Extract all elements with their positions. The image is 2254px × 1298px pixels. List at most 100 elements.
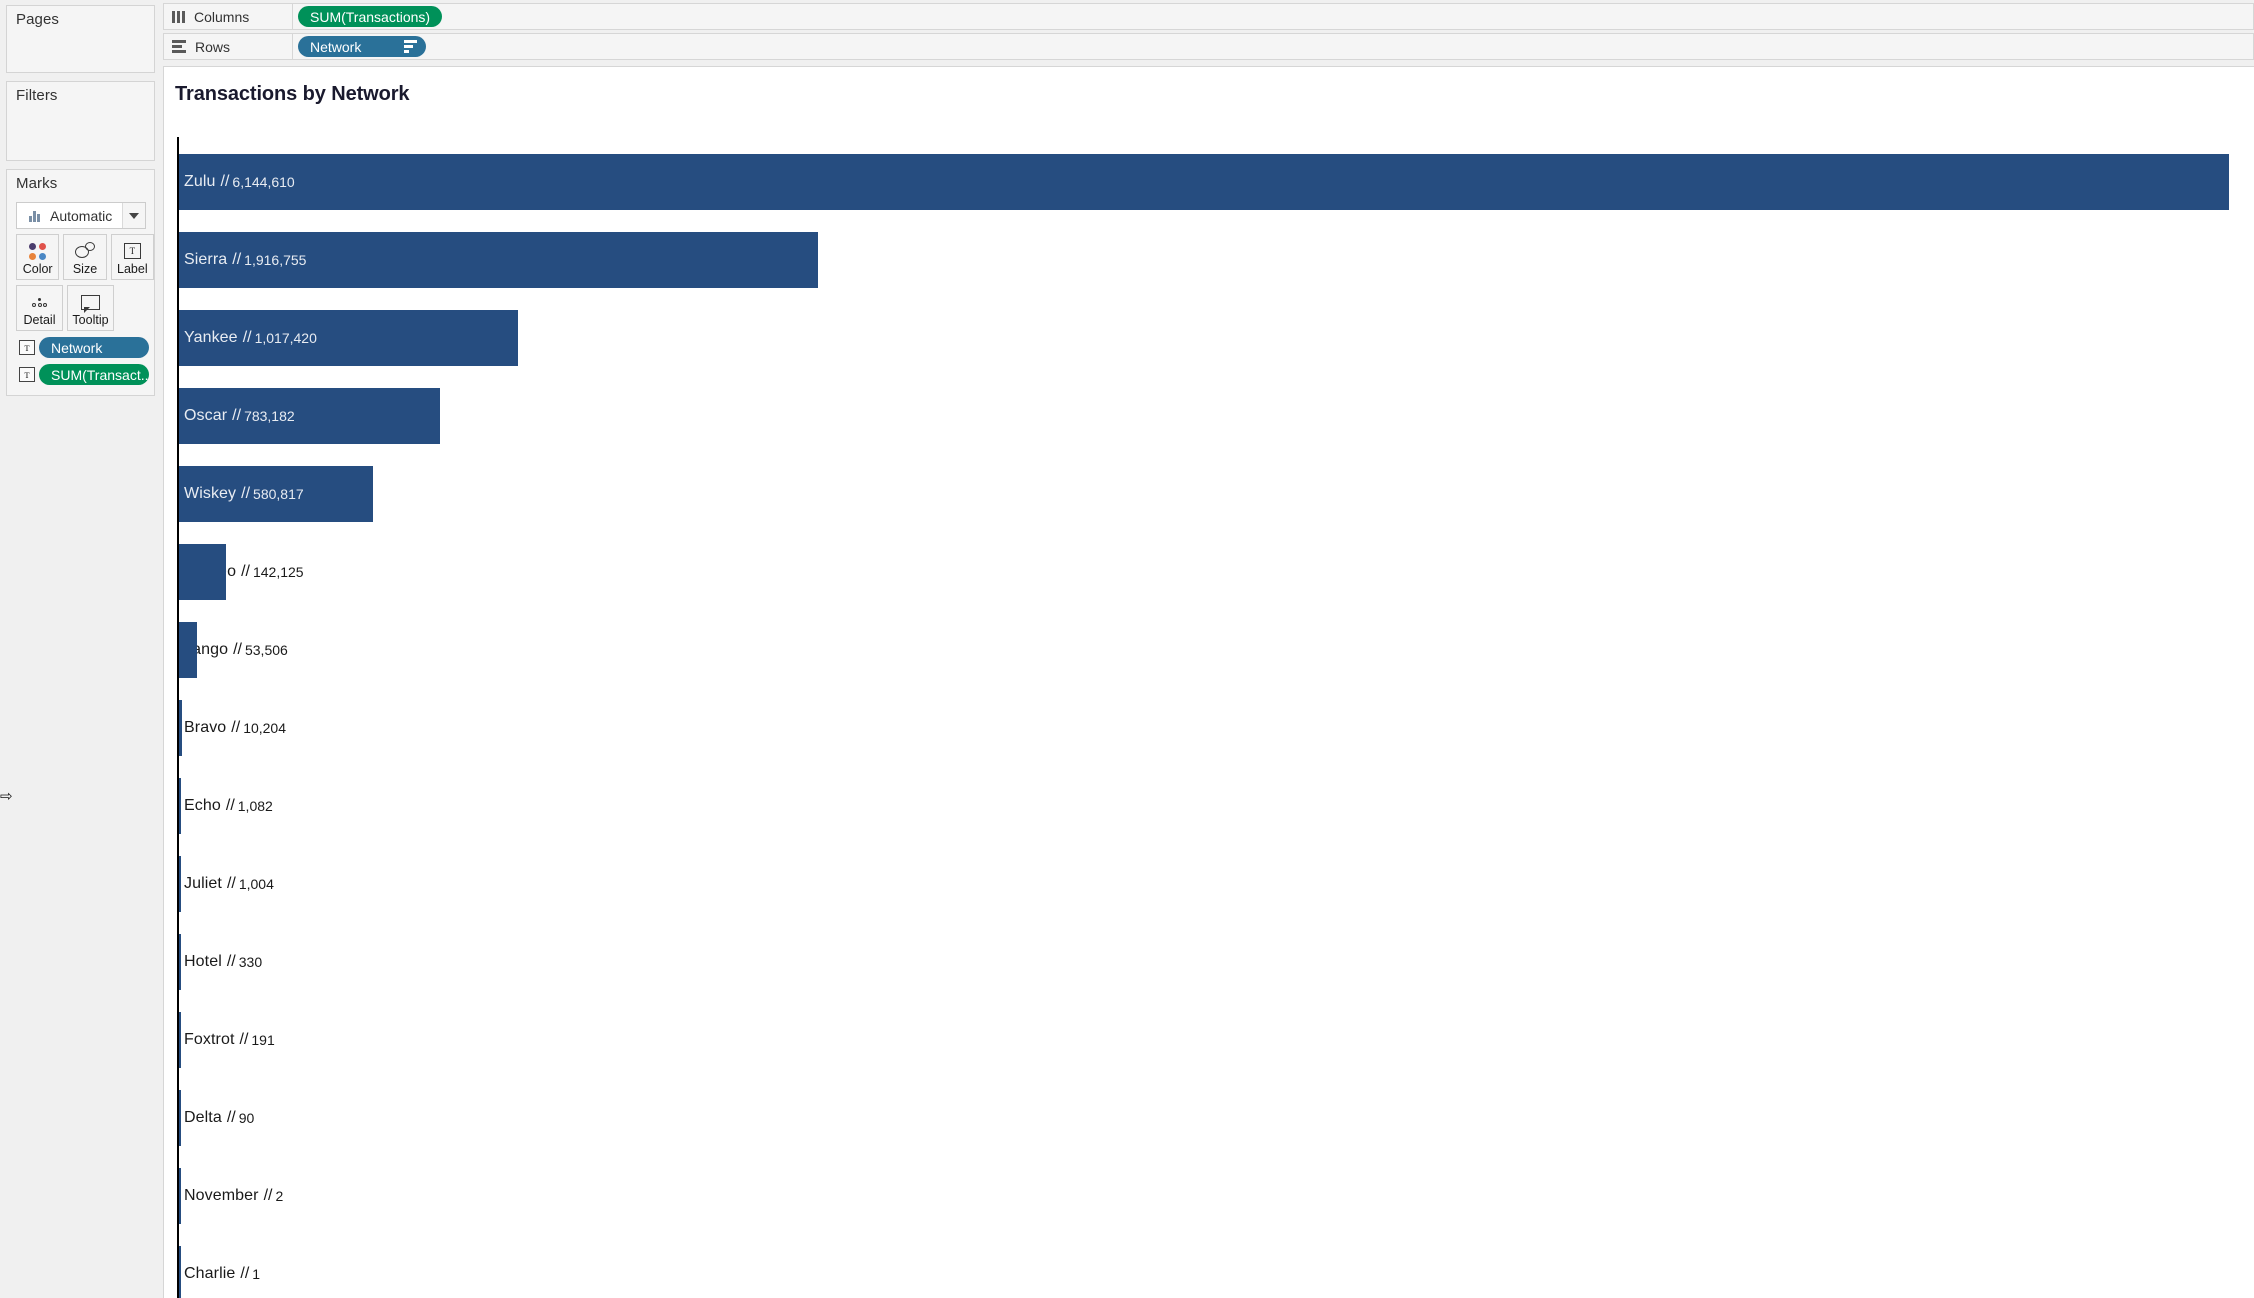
bar-row[interactable]: Foxtrot//191 Foxtrot//191 [179, 995, 2254, 1073]
bar-chart-icon [22, 210, 46, 222]
marks-pill-network[interactable]: T Network [19, 337, 154, 358]
bar-row[interactable]: Sierra//1,916,755 [179, 215, 2254, 293]
columns-shelf-dropzone[interactable]: SUM(Transactions) [293, 3, 2254, 30]
bar-label-category: Hotel [184, 953, 222, 970]
bar-row[interactable]: Oscar//783,182 [179, 371, 2254, 449]
marks-card-title: Marks [16, 175, 58, 192]
bar-mark[interactable] [179, 622, 197, 678]
bar-mark[interactable] [179, 1246, 181, 1298]
marks-type-dropdown[interactable]: Automatic [16, 202, 146, 229]
bar-label-value: 2 [275, 1188, 284, 1204]
bar-label-separator: // [240, 1265, 250, 1282]
bar-row[interactable]: Hotel//330 Hotel//330 [179, 917, 2254, 995]
bar-mark[interactable] [179, 778, 181, 834]
bar-mark[interactable] [179, 154, 2229, 210]
bar-label: Echo//1,082 [179, 778, 273, 834]
bar-mark[interactable] [179, 544, 227, 600]
text-mark-icon: T [19, 340, 35, 355]
marks-label-button[interactable]: T Label [110, 234, 154, 280]
visualization-pane[interactable]: Transactions by Network Zulu//6,144,610 S… [163, 66, 2254, 1298]
bar-row[interactable]: Charlie//1 Charlie//1 [179, 1229, 2254, 1298]
bar-label-separator: // [263, 1187, 273, 1204]
bar-row[interactable]: Wiskey//580,817 [179, 449, 2254, 527]
rows-icon [172, 40, 186, 53]
marks-size-label: Size [72, 262, 98, 276]
bar-chart-plot[interactable]: Zulu//6,144,610 Sierra//1,916,755 Yankee//… [164, 123, 2254, 1298]
bar-mark[interactable] [179, 856, 181, 912]
marks-pill-sum-transactions-label[interactable]: SUM(Transact.. [39, 364, 149, 385]
marks-color-button[interactable]: Color [16, 234, 60, 280]
bar-mark[interactable] [179, 232, 819, 288]
viz-title: Transactions by Network [175, 83, 410, 105]
bar-row[interactable]: Delta//90 Delta//90 [179, 1073, 2254, 1151]
bar-label-separator: // [241, 563, 250, 580]
bar-row[interactable]: November//2 November//2 [179, 1151, 2254, 1229]
bar-label-value: 142,125 [252, 564, 304, 580]
filters-card[interactable]: Filters [6, 81, 155, 161]
pill-sum-transactions[interactable]: SUM(Transactions) [298, 6, 443, 27]
bar-row[interactable]: Yankee//1,017,420 [179, 293, 2254, 371]
shelves-area: Columns SUM(Transactions) Rows Network [160, 0, 2254, 63]
bar-mark[interactable] [179, 466, 373, 522]
bar-label: Juliet//1,004 [179, 856, 274, 912]
text-mark-icon: T [19, 367, 35, 382]
bar-row[interactable]: Zulu//6,144,610 [179, 137, 2254, 215]
columns-icon [172, 10, 185, 23]
bar-mark[interactable] [179, 388, 441, 444]
marks-tooltip-label: Tooltip [72, 313, 109, 327]
pill-network[interactable]: Network [298, 36, 426, 57]
bar-label-value: 53,506 [244, 642, 288, 658]
bar-label: November//2 [181, 1168, 284, 1224]
rows-shelf-name: Rows [195, 38, 231, 55]
marks-buttons-row-2: Detail Tooltip [16, 285, 154, 331]
bar-mark[interactable] [179, 700, 183, 756]
bar-mark[interactable] [179, 1090, 181, 1146]
bar-mark[interactable] [179, 310, 519, 366]
bar-label-separator: // [233, 641, 242, 658]
bar-label-value: 191 [251, 1032, 275, 1048]
marks-pill-sum-transactions[interactable]: T SUM(Transact.. [19, 364, 154, 385]
bar-label-separator: // [226, 1109, 236, 1126]
bar-label-value: 330 [238, 954, 263, 970]
bar-mark[interactable] [179, 1012, 181, 1068]
rows-shelf[interactable]: Rows Network [163, 33, 2254, 60]
bar-row[interactable]: Juliet//1,004 Juliet//1,004 [179, 839, 2254, 917]
size-circles-icon [74, 240, 95, 262]
marks-pill-network-label[interactable]: Network [39, 337, 149, 358]
marks-type-value: Automatic [50, 207, 113, 224]
bar-label-value: 10,204 [243, 720, 287, 736]
pages-card[interactable]: Pages [6, 5, 155, 73]
bar-label-separator: // [225, 797, 235, 814]
marks-tooltip-button[interactable]: Tooltip [67, 285, 114, 331]
rows-shelf-label-box: Rows [163, 33, 293, 60]
bar-mark[interactable] [179, 934, 181, 990]
columns-shelf[interactable]: Columns SUM(Transactions) [163, 3, 2254, 30]
marks-detail-button[interactable]: Detail [16, 285, 63, 331]
bar-row[interactable]: Romeo//142,125Romeo//142,125 [179, 527, 2254, 605]
bar-label: November//2 [179, 1168, 283, 1224]
columns-shelf-name: Columns [194, 8, 250, 25]
marks-size-button[interactable]: Size [63, 234, 107, 280]
rows-shelf-dropzone[interactable]: Network [293, 33, 2254, 60]
sort-descending-icon[interactable] [404, 40, 417, 53]
filters-card-title: Filters [16, 87, 58, 104]
bar-mark[interactable] [179, 1168, 181, 1224]
bar-label-value: 1,082 [237, 798, 273, 814]
bar-label-category: Foxtrot [184, 1031, 235, 1048]
bar-label-value: 142,125 [252, 564, 304, 580]
bar-label-separator: // [233, 641, 242, 658]
worksheet-right-column: Columns SUM(Transactions) Rows Network T… [160, 0, 2254, 1298]
bar-row[interactable]: Bravo//10,204 Bravo//10,204 [179, 683, 2254, 761]
bar-label: Bravo//10,204 [179, 700, 286, 756]
bar-label: Hotel//330 [181, 934, 263, 990]
bar-label-value: 2 [275, 1188, 284, 1204]
bar-label: Hotel//330 [179, 934, 262, 990]
chevron-down-icon[interactable] [122, 203, 145, 228]
bar-row[interactable]: Tango//53,506 Tango//53,506 [179, 605, 2254, 683]
marks-label-label: Label [117, 262, 148, 276]
bar-label: Delta//90 [179, 1090, 254, 1146]
bar-label: Delta//90 [181, 1090, 254, 1146]
tooltip-bubble-icon [81, 291, 100, 313]
bar-row[interactable]: Echo//1,082 Echo//1,082 [179, 761, 2254, 839]
bar-label-separator: // [231, 719, 241, 736]
